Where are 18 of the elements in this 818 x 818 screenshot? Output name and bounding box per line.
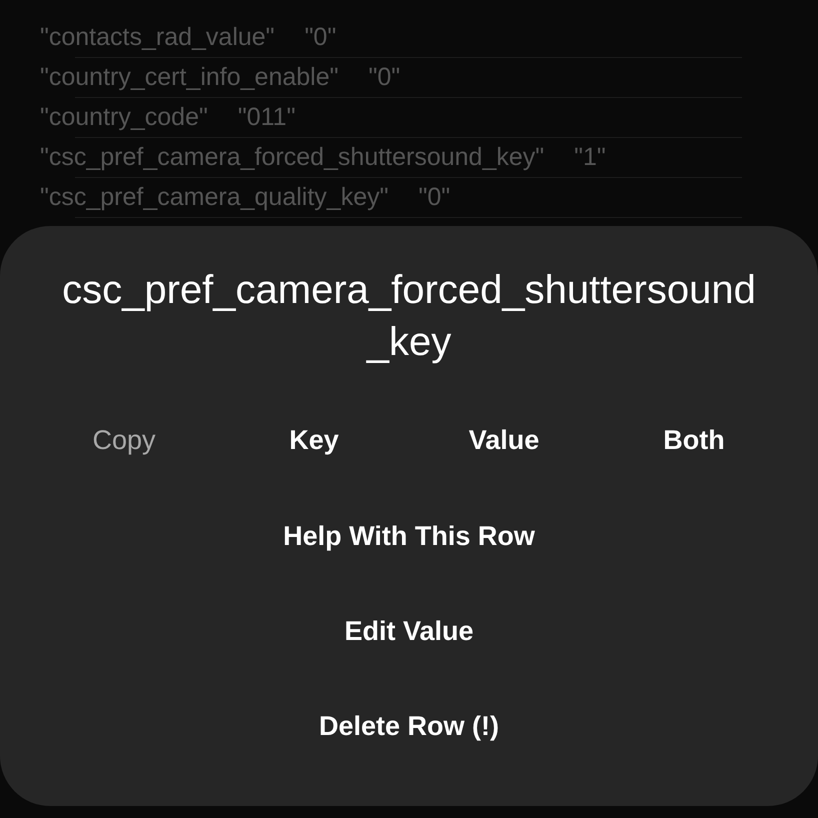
sheet-title: csc_pref_camera_forced_shuttersound_key	[61, 267, 757, 366]
action-button[interactable]: Delete Row (!)	[310, 706, 507, 746]
action-button[interactable]: Edit Value	[336, 611, 482, 651]
row-value: "0"	[368, 62, 400, 94]
row-key: "csc_pref_camera_quality_key"	[40, 179, 388, 217]
copy-option-button[interactable]: Both	[655, 420, 733, 460]
row-value: "011"	[238, 102, 296, 134]
row-value: "0"	[304, 22, 336, 54]
row-key: "csc_pref_camera_forced_shuttersound_key"	[40, 139, 544, 177]
copy-option-button[interactable]: Key	[281, 420, 347, 460]
copy-option-button[interactable]: Value	[460, 420, 548, 460]
row-key: "country_code"	[40, 99, 208, 137]
row-key: "country_cert_info_enable"	[40, 59, 338, 97]
copy-label: Copy	[92, 424, 156, 457]
action-button[interactable]: Help With This Row	[275, 516, 543, 556]
row-value: "1"	[574, 142, 606, 174]
row-value: "0"	[418, 182, 450, 214]
row-key: "contacts_rad_value"	[40, 19, 275, 57]
